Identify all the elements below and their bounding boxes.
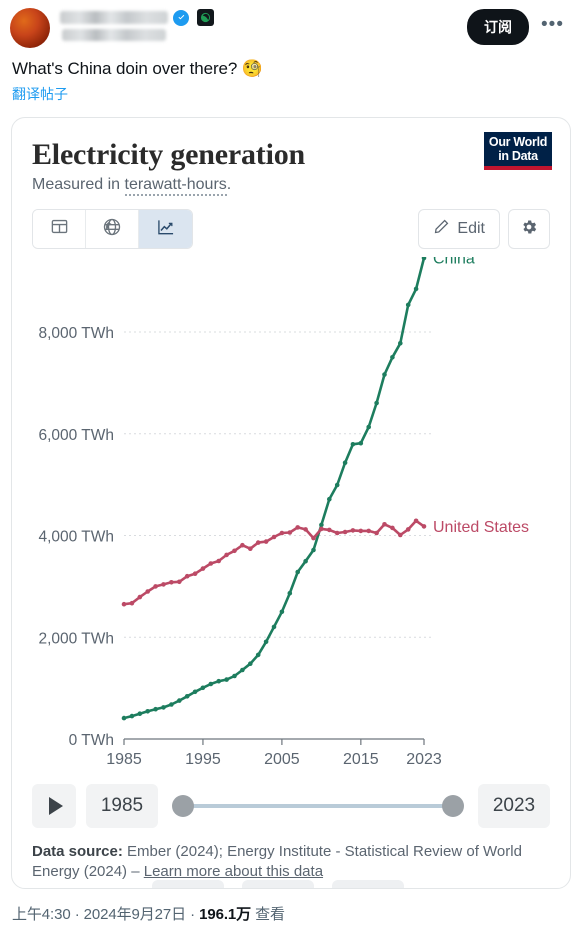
chart-subtitle-prefix: Measured in	[32, 176, 125, 193]
timeline-track	[184, 804, 452, 808]
table-icon	[50, 217, 69, 241]
footer-button-2[interactable]	[242, 880, 314, 888]
play-icon	[48, 797, 63, 815]
monocle-face-emoji: 🧐	[241, 59, 263, 78]
timeline-slider[interactable]	[172, 784, 464, 828]
timeline-handle-start[interactable]	[172, 795, 194, 817]
play-button[interactable]	[32, 784, 76, 828]
translate-post-link[interactable]: 翻译帖子	[0, 80, 80, 104]
line-chart-icon	[156, 217, 176, 242]
author-name-block	[60, 6, 214, 41]
chart-footer-buttons	[152, 880, 404, 888]
edit-button-label: Edit	[457, 220, 485, 237]
table-tab[interactable]	[33, 210, 86, 248]
edit-button[interactable]: Edit	[418, 209, 500, 249]
chart-plot-area[interactable]: 0 TWh 2,000 TWh 4,000 TWh 6,000 TWh 8,000 TW…	[32, 257, 550, 781]
more-options-icon[interactable]: •••	[535, 13, 570, 42]
tweet-views-count: 196.1万	[199, 906, 252, 923]
header-actions: 订阅 •••	[467, 6, 572, 45]
svg-text:China: China	[433, 257, 475, 267]
globe-icon	[102, 217, 122, 242]
owid-chart-card[interactable]: Our World in Data Electricity generation…	[11, 117, 571, 889]
display-name-row[interactable]	[60, 9, 214, 26]
chart-tab[interactable]	[139, 210, 192, 248]
learn-more-link[interactable]: Learn more about this data	[144, 863, 323, 880]
chart-inner: Our World in Data Electricity generation…	[12, 118, 570, 888]
meta-sep-2: ·	[190, 906, 196, 923]
our-world-in-data-logo[interactable]: Our World in Data	[484, 132, 552, 170]
logo-line-1: Our World	[488, 135, 548, 149]
svg-text:2005: 2005	[264, 751, 300, 768]
chart-controls-row: Edit	[32, 209, 550, 249]
chart-subtitle: Measured in terawatt-hours.	[32, 175, 550, 196]
tweet-time: 上午4:30	[12, 906, 71, 923]
chart-svg: 0 TWh 2,000 TWh 4,000 TWh 6,000 TWh 8,000 TW…	[38, 257, 529, 768]
svg-text:2015: 2015	[343, 751, 379, 768]
verified-badge-icon	[173, 9, 189, 26]
svg-text:0 TWh: 0 TWh	[69, 732, 114, 749]
svg-text:1985: 1985	[106, 751, 142, 768]
tweet-header: 订阅 •••	[0, 0, 582, 52]
pencil-icon	[433, 218, 450, 240]
svg-text:8,000 TWh: 8,000 TWh	[38, 325, 114, 342]
svg-text:6,000 TWh: 6,000 TWh	[38, 427, 114, 444]
footer-button-3[interactable]	[332, 880, 404, 888]
chart-subtitle-term[interactable]: terawatt-hours	[124, 176, 227, 196]
chart-timeline: 1985 2023	[32, 784, 550, 828]
timeline-start-year[interactable]: 1985	[86, 784, 158, 828]
tweet-body: What's China doin over there? 🧐	[0, 52, 582, 80]
timeline-end-year[interactable]: 2023	[478, 784, 550, 828]
timeline-handle-end[interactable]	[442, 795, 464, 817]
logo-line-2: in Data	[498, 148, 538, 163]
settings-button[interactable]	[508, 209, 550, 249]
chart-title: Electricity generation	[32, 138, 305, 171]
translate-post-row: 翻译帖子	[0, 80, 582, 104]
tweet-views-label: 查看	[255, 906, 285, 923]
gear-icon	[520, 218, 538, 241]
svg-text:2023: 2023	[406, 751, 442, 768]
tweet-meta: 上午4:30 · 2024年9月27日 · 196.1万 查看	[12, 903, 285, 924]
handle-redacted	[62, 29, 166, 41]
chart-view-tabs	[32, 209, 193, 249]
svg-text:1995: 1995	[185, 751, 221, 768]
tweet-date: 2024年9月27日	[83, 906, 187, 923]
chart-source-note: Data source: Ember (2024); Energy Instit…	[32, 842, 550, 882]
avatar[interactable]	[10, 8, 50, 48]
svg-text:2,000 TWh: 2,000 TWh	[38, 630, 114, 647]
svg-text:4,000 TWh: 4,000 TWh	[38, 529, 114, 546]
source-label: Data source:	[32, 843, 123, 860]
footer-button-1[interactable]	[152, 880, 224, 888]
meta-sep-1: ·	[74, 906, 80, 923]
affiliate-badge-icon[interactable]	[197, 9, 214, 26]
subscribe-button[interactable]: 订阅	[467, 9, 530, 45]
map-tab[interactable]	[86, 210, 139, 248]
chart-subtitle-suffix: .	[226, 176, 232, 193]
display-name-redacted	[60, 11, 168, 24]
tweet-body-text: What's China doin over there?	[12, 59, 238, 78]
chart-action-buttons: Edit	[418, 209, 550, 249]
svg-text:United States: United States	[433, 519, 529, 536]
